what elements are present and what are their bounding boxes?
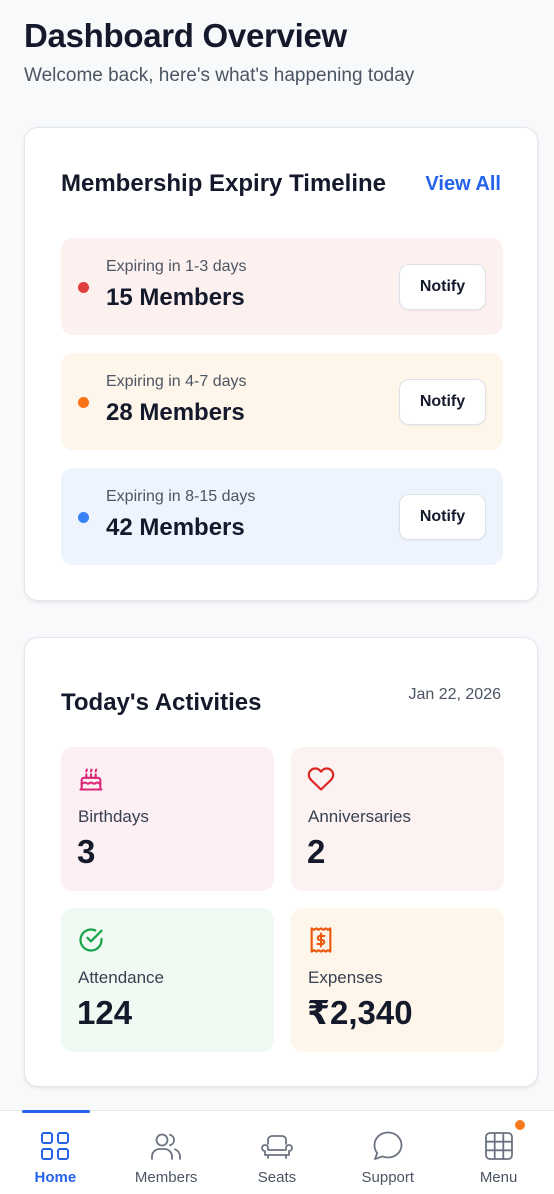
nav-item-support[interactable]: Support <box>332 1111 443 1194</box>
active-tab-indicator <box>22 1110 90 1113</box>
tile-value: 3 <box>77 833 96 870</box>
tile-value: ₹2,340 <box>307 994 413 1031</box>
expiry-row-8-15-days[interactable]: Expiring in 8-15 days 42 Members Notify <box>61 468 503 565</box>
expiry-count: 42 Members <box>106 514 245 541</box>
tile-value: 124 <box>77 994 133 1031</box>
tile-label: Attendance <box>78 968 165 987</box>
expenses-tile[interactable]: Expenses ₹2,340 <box>291 908 504 1052</box>
tile-label: Birthdays <box>78 807 149 826</box>
membership-expiry-card: Membership Expiry Timeline View All Expi… <box>24 127 538 601</box>
nav-label: Members <box>134 1169 198 1186</box>
expiry-count: 15 Members <box>106 284 245 311</box>
expiry-row-4-7-days[interactable]: Expiring in 4-7 days 28 Members Notify <box>61 353 503 450</box>
receipt-icon <box>310 927 332 953</box>
tile-label: Anniversaries <box>308 807 411 826</box>
nav-item-members[interactable]: Members <box>111 1111 222 1194</box>
grid-menu-icon <box>484 1132 513 1160</box>
nav-label: Support <box>361 1169 415 1186</box>
expiry-range: Expiring in 4-7 days <box>106 373 247 390</box>
expiry-card-title: Membership Expiry Timeline <box>61 170 386 197</box>
tile-label: Expenses <box>308 968 383 987</box>
birthdays-tile[interactable]: Birthdays 3 <box>61 747 274 891</box>
nav-label: Home <box>34 1169 77 1186</box>
page-header: Dashboard Overview Welcome back, here's … <box>24 16 534 88</box>
activities-card-title: Today's Activities <box>61 689 262 716</box>
nav-label: Menu <box>479 1169 518 1186</box>
notify-button[interactable]: Notify <box>399 379 486 425</box>
nav-item-menu[interactable]: Menu <box>443 1111 554 1194</box>
heart-icon <box>307 767 335 791</box>
nav-label: Seats <box>257 1169 297 1186</box>
tile-value: 2 <box>307 833 326 870</box>
notify-button[interactable]: Notify <box>399 494 486 540</box>
expiry-row-1-3-days[interactable]: Expiring in 1-3 days 15 Members Notify <box>61 238 503 335</box>
todays-activities-card: Today's Activities Jan 22, 2026 Birthday… <box>24 637 538 1087</box>
view-all-link[interactable]: View All <box>425 171 501 197</box>
expiry-count: 28 Members <box>106 399 245 426</box>
nav-item-home[interactable]: Home <box>0 1110 111 1194</box>
attendance-tile[interactable]: Attendance 124 <box>61 908 274 1052</box>
users-icon <box>151 1133 182 1160</box>
nav-item-seats[interactable]: Seats <box>222 1111 333 1194</box>
blue-status-dot <box>78 512 89 523</box>
page-title: Dashboard Overview <box>24 17 347 54</box>
page-subtitle: Welcome back, here's what's happening to… <box>24 65 415 86</box>
expiry-range: Expiring in 1-3 days <box>106 258 247 275</box>
anniversaries-tile[interactable]: Anniversaries 2 <box>291 747 504 891</box>
chat-bubble-icon <box>373 1131 403 1160</box>
cake-icon <box>79 768 103 791</box>
orange-status-dot <box>78 397 89 408</box>
home-grid-icon <box>41 1132 70 1160</box>
sofa-icon <box>261 1135 293 1159</box>
bottom-navigation: Home Members Seats Support Menu <box>0 1110 554 1194</box>
activities-date: Jan 22, 2026 <box>408 686 501 703</box>
notify-button[interactable]: Notify <box>399 264 486 310</box>
notification-badge <box>515 1120 526 1130</box>
red-status-dot <box>78 282 89 293</box>
check-circle-icon <box>79 928 103 952</box>
expiry-range: Expiring in 8-15 days <box>106 488 256 505</box>
